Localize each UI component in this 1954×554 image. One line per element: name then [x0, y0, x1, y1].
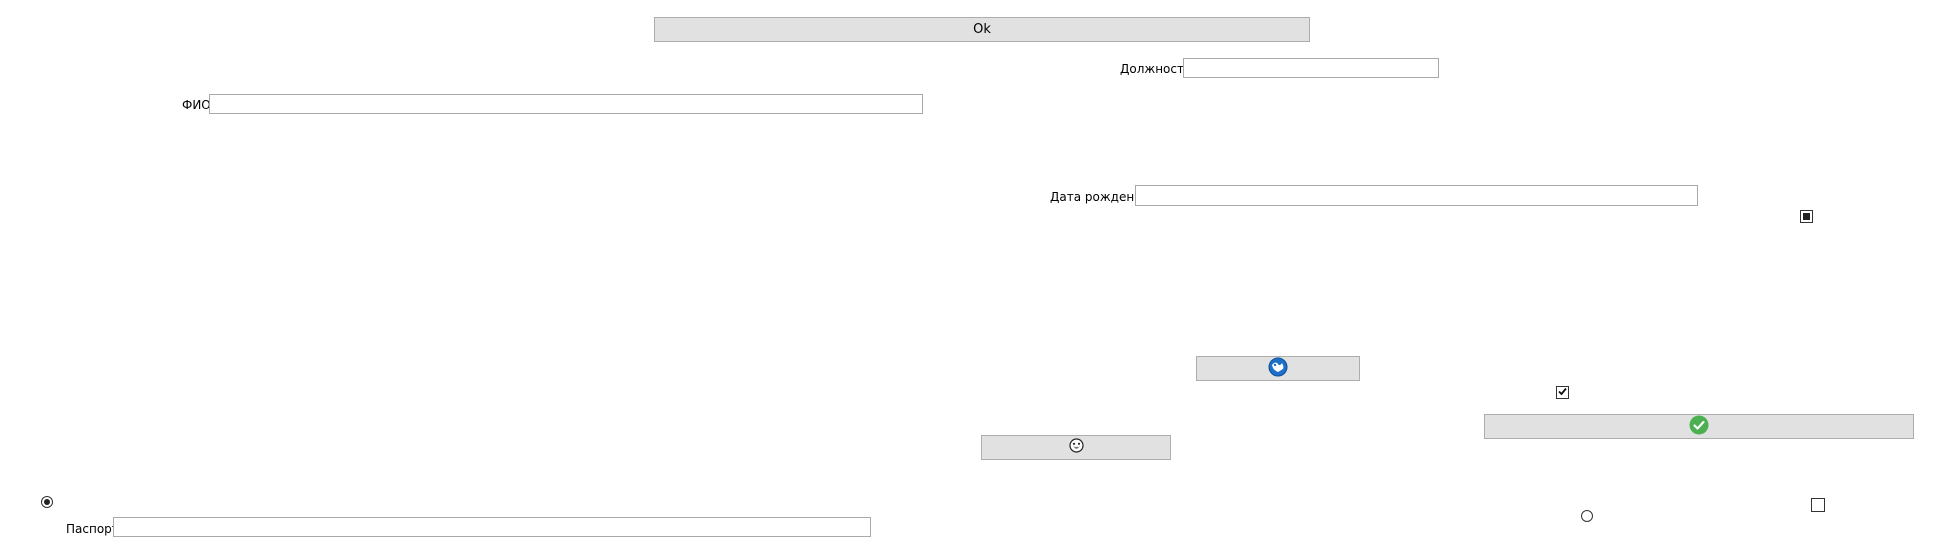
green-check-circle-icon	[1689, 415, 1709, 439]
selected-radio[interactable]	[41, 496, 53, 508]
passport-field[interactable]	[113, 517, 871, 537]
radio-dot	[44, 499, 50, 505]
checkmark-icon	[1557, 386, 1568, 400]
full-name-label: ФИО	[182, 98, 211, 112]
blue-globe-icon	[1268, 357, 1288, 381]
confirm-button[interactable]	[1484, 414, 1914, 439]
smiley-face-icon	[1068, 438, 1084, 457]
smiley-button[interactable]	[981, 435, 1171, 460]
indeterminate-checkbox[interactable]	[1800, 210, 1813, 223]
full-name-field[interactable]	[209, 94, 923, 114]
indeterminate-mark	[1803, 213, 1810, 220]
position-label: Должность	[1120, 62, 1192, 76]
passport-label: Паспорт	[66, 522, 119, 536]
refresh-button[interactable]	[1196, 356, 1360, 381]
ok-button[interactable]: Ok	[654, 17, 1310, 42]
ok-button-label: Ok	[973, 22, 991, 37]
birth-date-field[interactable]	[1135, 185, 1698, 206]
unchecked-checkbox[interactable]	[1811, 498, 1825, 512]
checked-checkbox[interactable]	[1556, 386, 1569, 399]
position-field[interactable]	[1183, 58, 1439, 78]
unselected-radio[interactable]	[1581, 510, 1593, 522]
